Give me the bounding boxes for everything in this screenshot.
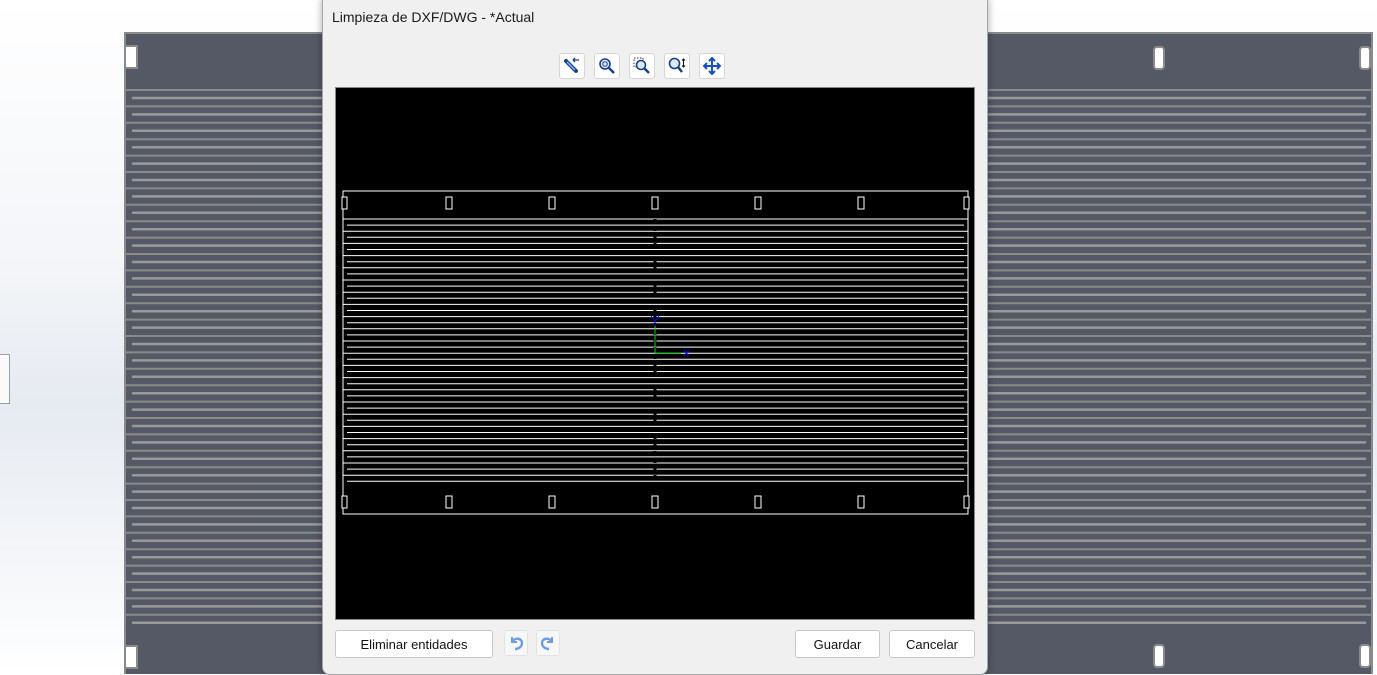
preview-slot: [651, 196, 659, 210]
redo-icon: [540, 637, 554, 651]
undo-button[interactable]: [504, 630, 528, 656]
dxf-dwg-cleanup-dialog: Limpieza de DXF/DWG - *Actual Eliminar e…: [322, 0, 988, 675]
preview-slot: [445, 495, 453, 509]
select-entities-icon: [564, 57, 579, 73]
dxf-preview-canvas[interactable]: [335, 87, 975, 620]
part-notch: [124, 45, 138, 69]
zoom-fit-icon: [599, 58, 615, 74]
side-panel-tab[interactable]: [0, 354, 10, 404]
part-slot: [1359, 46, 1371, 70]
preview-notch: [341, 495, 348, 509]
part-notch: [124, 645, 138, 669]
part-slot: [1153, 46, 1165, 70]
part-slot: [1153, 644, 1165, 668]
cancel-button[interactable]: Cancelar: [889, 630, 975, 658]
part-slot: [1359, 644, 1371, 668]
select-entities-button[interactable]: [559, 53, 585, 79]
preview-notch: [963, 196, 970, 210]
preview-slot: [754, 196, 762, 210]
undo-icon: [510, 637, 524, 651]
delete-entities-button[interactable]: Eliminar entidades: [335, 630, 493, 658]
zoom-fit-button[interactable]: [594, 53, 620, 79]
preview-slot: [445, 196, 453, 210]
zoom-in-out-icon: [668, 57, 686, 73]
preview-slot: [651, 495, 659, 509]
preview-notch: [963, 495, 970, 509]
dialog-title: Limpieza de DXF/DWG - *Actual: [332, 9, 535, 25]
preview-slot: [857, 495, 865, 509]
zoom-in-out-button[interactable]: [664, 53, 690, 79]
preview-slot: [548, 495, 556, 509]
zoom-window-icon: [633, 57, 650, 74]
preview-slot: [857, 196, 865, 210]
preview-notch: [341, 196, 348, 210]
preview-toolbar: [559, 53, 725, 79]
redo-button[interactable]: [536, 630, 560, 656]
pan-icon: [703, 57, 721, 75]
zoom-window-button[interactable]: [629, 53, 655, 79]
preview-slot: [754, 495, 762, 509]
save-button[interactable]: Guardar: [795, 630, 880, 658]
preview-slot: [548, 196, 556, 210]
pan-button[interactable]: [699, 53, 725, 79]
